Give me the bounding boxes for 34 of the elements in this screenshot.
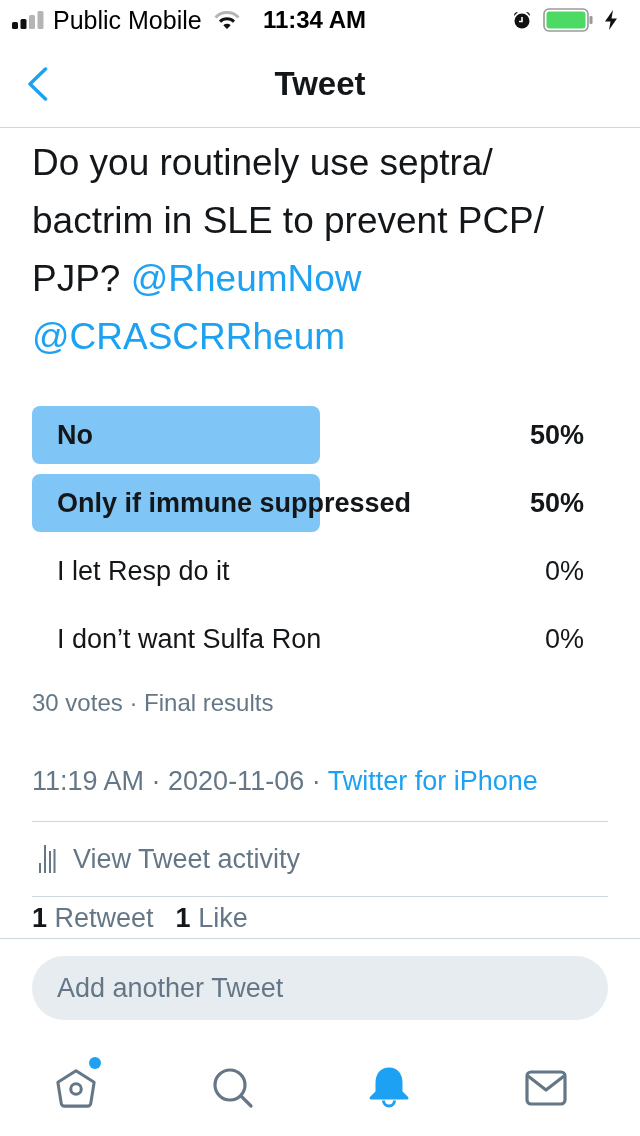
status-time: 11:34 AM [262,6,367,34]
signal-icon [12,11,44,29]
engagement-stat[interactable]: 1 Retweet [32,901,154,935]
back-button[interactable] [26,66,48,101]
page-title: Tweet [274,64,366,103]
reply-field[interactable]: Add another Tweet [32,956,608,1020]
tweet-timestamp: 11:19 AM · 2020-11-06 · [32,765,321,798]
carrier-name: Public Mobile [53,5,202,35]
view-activity-button[interactable]: View Tweet activity [32,821,608,897]
poll-percentage: 0% [544,623,584,655]
charging-bolt-icon [605,10,617,30]
home-tab[interactable] [55,1057,102,1109]
alarm-clock-icon [513,11,531,29]
poll-option-label: I don’t want Sulfa Ron [57,623,322,655]
poll-option-label: Only if immune suppressed [57,487,412,519]
mail-icon [524,1067,567,1109]
poll-percentage: 50% [529,419,584,451]
home-icon [55,1067,98,1109]
poll-percentage: 0% [544,555,584,587]
battery-icon [543,8,593,32]
engagement-stat[interactable]: 1 Like [175,901,248,935]
mention-link[interactable]: @RheumNow [130,258,362,299]
poll-percentage: 50% [529,487,584,519]
mention-link[interactable]: @CRASCRRheum [32,316,346,357]
poll-option-label: No [57,419,93,451]
tweet-text: Do you routinely use septra/bactrim in SLE to prevent PCP/PJP? @RheumNow @CRASCRRheum [32,141,546,359]
bar-chart-icon [38,845,56,873]
search-icon [211,1067,254,1109]
back-icon [26,66,48,101]
poll-summary: 30 votes · Final results [32,688,275,718]
poll-option-label: I let Resp do it [57,555,230,587]
bell-icon [368,1067,411,1109]
wifi-icon [213,11,240,29]
source-link[interactable]: Twitter for iPhone [327,761,538,801]
